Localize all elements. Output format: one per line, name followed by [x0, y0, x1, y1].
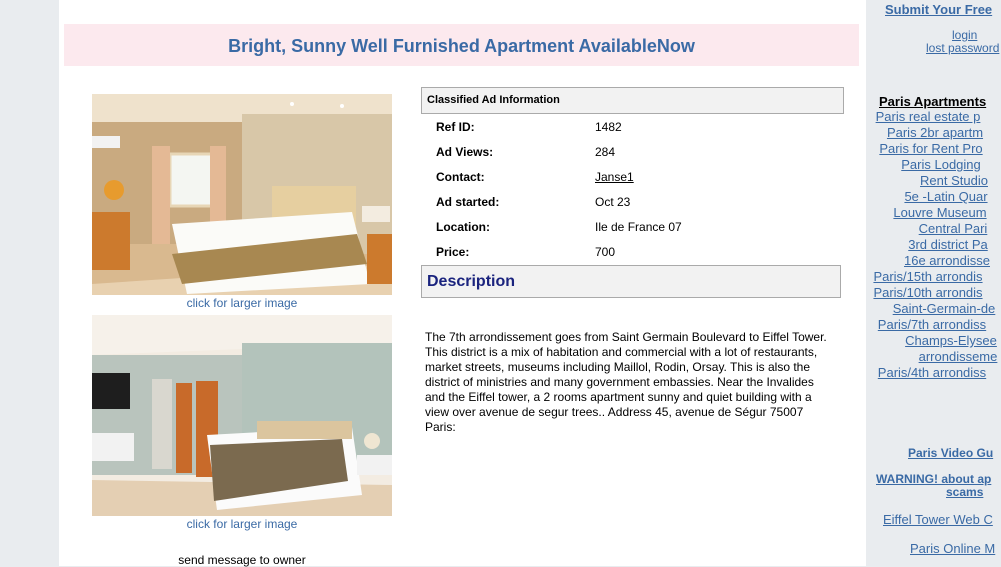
apartment-photo-bedroom-2[interactable]	[92, 315, 392, 516]
paris-apartments-heading[interactable]: Paris Apartments	[879, 94, 986, 109]
sidebar-apartment-link[interactable]: Paris Lodging	[866, 157, 1001, 172]
sidebar-apartment-link[interactable]: 3rd district Pa	[866, 237, 1001, 252]
classified-info-header: Classified Ad Information	[421, 87, 844, 114]
main-content: Bright, Sunny Well Furnished Apartment A…	[59, 0, 866, 567]
description-text: The 7th arrondissement goes from Saint G…	[425, 330, 827, 434]
paris-online-link[interactable]: Paris Online M	[910, 541, 995, 556]
info-label: Contact:	[436, 170, 485, 184]
info-value: 284	[595, 145, 616, 159]
login-link[interactable]: login	[952, 28, 977, 42]
sidebar-apartment-link[interactable]: Rent Studio	[866, 173, 1001, 188]
sidebar-apartment-link[interactable]: Paris 2br apartm	[866, 125, 1001, 140]
sidebar-apartment-link[interactable]: Central Pari	[866, 221, 1001, 236]
sidebar-apartment-link[interactable]: Champs-Elysee	[866, 333, 1001, 348]
sidebar-apartment-link[interactable]: 5e -Latin Quar	[866, 189, 1001, 204]
apartment-photo-bedroom[interactable]	[92, 94, 392, 295]
info-label: Ad Views:	[436, 145, 494, 159]
sidebar-apartment-link[interactable]: 16e arrondisse	[866, 253, 1001, 268]
info-value: Oct 23	[595, 195, 631, 209]
info-value: 700	[595, 245, 616, 259]
info-value: 1482	[595, 120, 622, 134]
sidebar-apartment-link[interactable]: Paris/7th arrondiss	[866, 317, 1001, 332]
contact-link[interactable]: Janse1	[595, 170, 795, 184]
sidebar-apartment-link[interactable]: Saint-Germain-de	[866, 301, 1001, 316]
eiffel-tower-link[interactable]: Eiffel Tower Web C	[883, 512, 993, 527]
info-label: Ad started:	[436, 195, 500, 209]
sidebar-apartment-link[interactable]: arrondisseme	[866, 349, 1001, 364]
sidebar-apartment-link[interactable]: Paris/15th arrondis	[866, 269, 1001, 284]
ad-title: Bright, Sunny Well Furnished Apartment A…	[64, 24, 859, 66]
sidebar-apartment-link[interactable]: Paris real estate p	[866, 109, 1001, 124]
warning-scams-link[interactable]: WARNING! about ap	[876, 472, 991, 486]
sidebar-apartment-link[interactable]: Paris/4th arrondiss	[866, 365, 1001, 380]
sidebar-apartment-link[interactable]: Louvre Museum	[866, 205, 1001, 220]
sidebar-apartment-link[interactable]: Paris for Rent Pro	[866, 141, 1001, 156]
description-header: Description	[421, 265, 841, 298]
lost-password-link[interactable]: lost password	[926, 41, 999, 55]
info-value: Ile de France 07	[595, 220, 682, 234]
video-guide-link[interactable]: Paris Video Gu	[908, 446, 993, 460]
larger-image-link[interactable]: click for larger image	[92, 296, 392, 310]
info-label: Price:	[436, 245, 470, 259]
right-sidebar: Submit Your Free login lost password Par…	[866, 0, 1001, 566]
larger-image-link[interactable]: click for larger image	[92, 517, 392, 531]
send-message-link[interactable]: send message to owner	[92, 553, 392, 567]
warning-scams-link-line2[interactable]: scams	[946, 485, 983, 499]
submit-free-ad-link[interactable]: Submit Your Free	[885, 2, 992, 17]
info-label: Location:	[436, 220, 490, 234]
info-label: Ref ID:	[436, 120, 475, 134]
sidebar-apartment-link[interactable]: Paris/10th arrondis	[866, 285, 1001, 300]
